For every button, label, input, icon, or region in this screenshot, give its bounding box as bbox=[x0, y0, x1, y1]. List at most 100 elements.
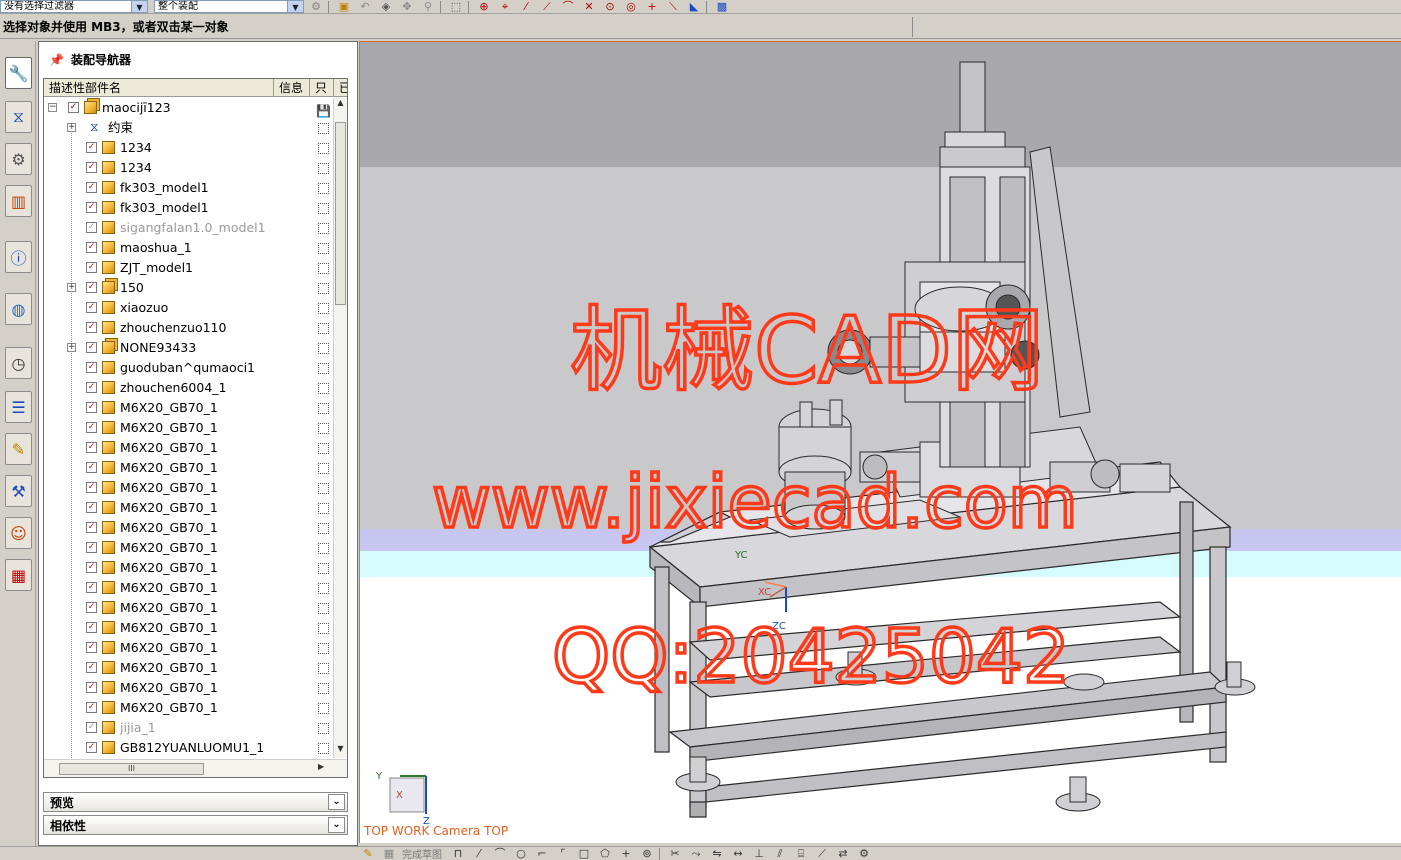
visibility-checkbox[interactable]: ✓ bbox=[86, 462, 97, 473]
tree-row[interactable]: ✓ jijia_1 bbox=[44, 718, 332, 738]
readonly-checkbox[interactable] bbox=[318, 583, 329, 594]
tree-row[interactable]: ✓ M6X20_GB70_1 bbox=[44, 418, 332, 438]
roles-tab-icon[interactable]: ⚒ bbox=[5, 475, 32, 507]
visibility-checkbox[interactable]: ✓ bbox=[86, 242, 97, 253]
trim-icon[interactable]: ✂ bbox=[666, 848, 684, 860]
collapse-icon[interactable]: − bbox=[48, 103, 57, 112]
tree-row[interactable]: + ✓ NONE93433 bbox=[44, 338, 332, 358]
readonly-checkbox[interactable] bbox=[318, 703, 329, 714]
tree-row[interactable]: ✓ sigangfalan1.0_model1 bbox=[44, 218, 332, 238]
mirror-icon[interactable]: ⇋ bbox=[708, 848, 726, 860]
offset-icon[interactable]: ⊚ bbox=[638, 848, 656, 860]
column-header-name[interactable]: 描述性部件名 bbox=[44, 79, 274, 96]
visibility-checkbox[interactable]: ✓ bbox=[86, 442, 97, 453]
readonly-checkbox[interactable] bbox=[318, 543, 329, 554]
readonly-checkbox[interactable] bbox=[318, 163, 329, 174]
snap-midpoint-icon[interactable]: ⟋ bbox=[538, 1, 556, 13]
visibility-checkbox[interactable]: ✓ bbox=[86, 262, 97, 273]
tree-row[interactable]: ✓ M6X20_GB70_1 bbox=[44, 638, 332, 658]
visibility-checkbox[interactable]: ✓ bbox=[86, 142, 97, 153]
finish-sketch-icon[interactable]: ▦ bbox=[380, 848, 398, 860]
tree-row[interactable]: ✓ xiaozuo bbox=[44, 298, 332, 318]
tree-row[interactable]: ✓ 1234 bbox=[44, 158, 332, 178]
show-constraints-icon[interactable]: ⌸ bbox=[792, 848, 810, 860]
arc-icon[interactable]: ⌒ bbox=[491, 848, 509, 860]
visibility-checkbox[interactable]: ✓ bbox=[86, 722, 97, 733]
readonly-checkbox[interactable] bbox=[318, 523, 329, 534]
chevron-down-icon[interactable]: ▼ bbox=[131, 1, 147, 12]
tree-row[interactable]: ✓ M6X20_GB70_1 bbox=[44, 458, 332, 478]
point-icon[interactable]: + bbox=[617, 848, 635, 860]
tree-row[interactable]: ✓ M6X20_GB70_1 bbox=[44, 598, 332, 618]
profile-icon[interactable]: ⊓ bbox=[449, 848, 467, 860]
readonly-checkbox[interactable] bbox=[318, 363, 329, 374]
snap-endpoint-icon[interactable]: ⌖ bbox=[496, 1, 514, 13]
readonly-checkbox[interactable] bbox=[318, 323, 329, 334]
readonly-checkbox[interactable] bbox=[318, 443, 329, 454]
chevron-down-icon[interactable]: ⌄ bbox=[328, 817, 345, 833]
readonly-checkbox[interactable] bbox=[318, 383, 329, 394]
pin-icon[interactable]: 📌 bbox=[49, 42, 64, 78]
readonly-checkbox[interactable] bbox=[318, 743, 329, 754]
reuse-library-tab-icon[interactable]: ▥ bbox=[5, 185, 32, 217]
tree-row[interactable]: ✓ zhouchen6004_1 bbox=[44, 378, 332, 398]
tree-row[interactable]: + ⧖ 约束 bbox=[44, 118, 332, 138]
eraser-icon[interactable]: ◈ bbox=[377, 1, 395, 13]
readonly-checkbox[interactable] bbox=[318, 503, 329, 514]
visibility-checkbox[interactable]: ✓ bbox=[86, 162, 97, 173]
tree-row[interactable]: ✓ M6X20_GB70_1 bbox=[44, 678, 332, 698]
vertical-scrollbar[interactable]: ▲ ▼ bbox=[333, 98, 347, 758]
scope-dropdown[interactable]: 整个装配 ▼ bbox=[154, 0, 304, 13]
visibility-checkbox[interactable]: ✓ bbox=[86, 742, 97, 753]
snap-face-icon[interactable]: ◣ bbox=[685, 1, 703, 13]
polygon-icon[interactable]: ⬠ bbox=[596, 848, 614, 860]
column-header-extra[interactable]: 已 bbox=[334, 79, 347, 96]
readonly-checkbox[interactable] bbox=[318, 203, 329, 214]
tree-row[interactable]: ✓ M6X20_GB70_1 bbox=[44, 658, 332, 678]
visibility-checkbox[interactable]: ✓ bbox=[86, 422, 97, 433]
readonly-checkbox[interactable] bbox=[318, 423, 329, 434]
readonly-checkbox[interactable] bbox=[318, 483, 329, 494]
graphics-viewport[interactable]: YC XC ZC Y X Z 机械CAD网 www.jixiecad.com Q… bbox=[359, 41, 1401, 843]
visibility-checkbox[interactable]: ✓ bbox=[86, 222, 97, 233]
tree-row[interactable]: ✓ guoduban^qumaoci1 bbox=[44, 358, 332, 378]
tree-row[interactable]: ✓ fk303_model1 bbox=[44, 198, 332, 218]
auto-constrain-icon[interactable]: ⫽ bbox=[771, 848, 789, 860]
assembly-navigator-tab-icon[interactable]: 🔧 bbox=[5, 57, 32, 89]
convert-reference-icon[interactable]: ⟋ bbox=[813, 848, 831, 860]
tree-row[interactable]: ✓ M6X20_GB70_1 bbox=[44, 438, 332, 458]
visibility-checkbox[interactable]: ✓ bbox=[86, 482, 97, 493]
system-scenes-tab-icon[interactable]: ☺ bbox=[5, 517, 32, 549]
visibility-checkbox[interactable]: ✓ bbox=[86, 642, 97, 653]
readonly-checkbox[interactable] bbox=[318, 303, 329, 314]
readonly-checkbox[interactable] bbox=[318, 683, 329, 694]
hscroll-thumb[interactable]: III bbox=[59, 763, 204, 775]
extend-icon[interactable]: ⤳ bbox=[687, 848, 705, 860]
readonly-checkbox[interactable] bbox=[318, 143, 329, 154]
tree-row[interactable]: ✓ GB812YUANLUOMU1_1 bbox=[44, 738, 332, 758]
snap-existing-point-icon[interactable]: + bbox=[643, 1, 661, 13]
readonly-checkbox[interactable] bbox=[318, 223, 329, 234]
tree-row[interactable]: ✓ M6X20_GB70_1 bbox=[44, 498, 332, 518]
tree-row[interactable]: ✓ fk303_model1 bbox=[44, 178, 332, 198]
visibility-checkbox[interactable]: ✓ bbox=[86, 182, 97, 193]
rectangle-icon[interactable]: □ bbox=[575, 848, 593, 860]
chevron-down-icon[interactable]: ▼ bbox=[287, 1, 303, 12]
visibility-checkbox[interactable]: ✓ bbox=[86, 562, 97, 573]
readonly-checkbox[interactable] bbox=[318, 663, 329, 674]
dependency-section[interactable]: 相依性 ⌄ bbox=[43, 815, 348, 835]
filter-icon[interactable]: ⚙ bbox=[307, 1, 325, 13]
expand-icon[interactable]: + bbox=[67, 283, 76, 292]
readonly-checkbox[interactable] bbox=[318, 623, 329, 634]
readonly-checkbox[interactable] bbox=[318, 563, 329, 574]
visibility-checkbox[interactable]: ✓ bbox=[86, 622, 97, 633]
visibility-checkbox[interactable]: ✓ bbox=[86, 542, 97, 553]
settings-icon[interactable]: ⚙ bbox=[855, 848, 873, 860]
visibility-checkbox[interactable]: ✓ bbox=[68, 102, 79, 113]
column-header-info[interactable]: 信息 bbox=[274, 79, 310, 96]
visibility-checkbox[interactable]: ✓ bbox=[86, 302, 97, 313]
visibility-checkbox[interactable]: ✓ bbox=[86, 582, 97, 593]
part-navigator-tab-icon[interactable]: ⚙ bbox=[5, 143, 32, 175]
sketch-icon[interactable]: ✎ bbox=[359, 848, 377, 860]
chevron-down-icon[interactable]: ⌄ bbox=[328, 794, 345, 810]
